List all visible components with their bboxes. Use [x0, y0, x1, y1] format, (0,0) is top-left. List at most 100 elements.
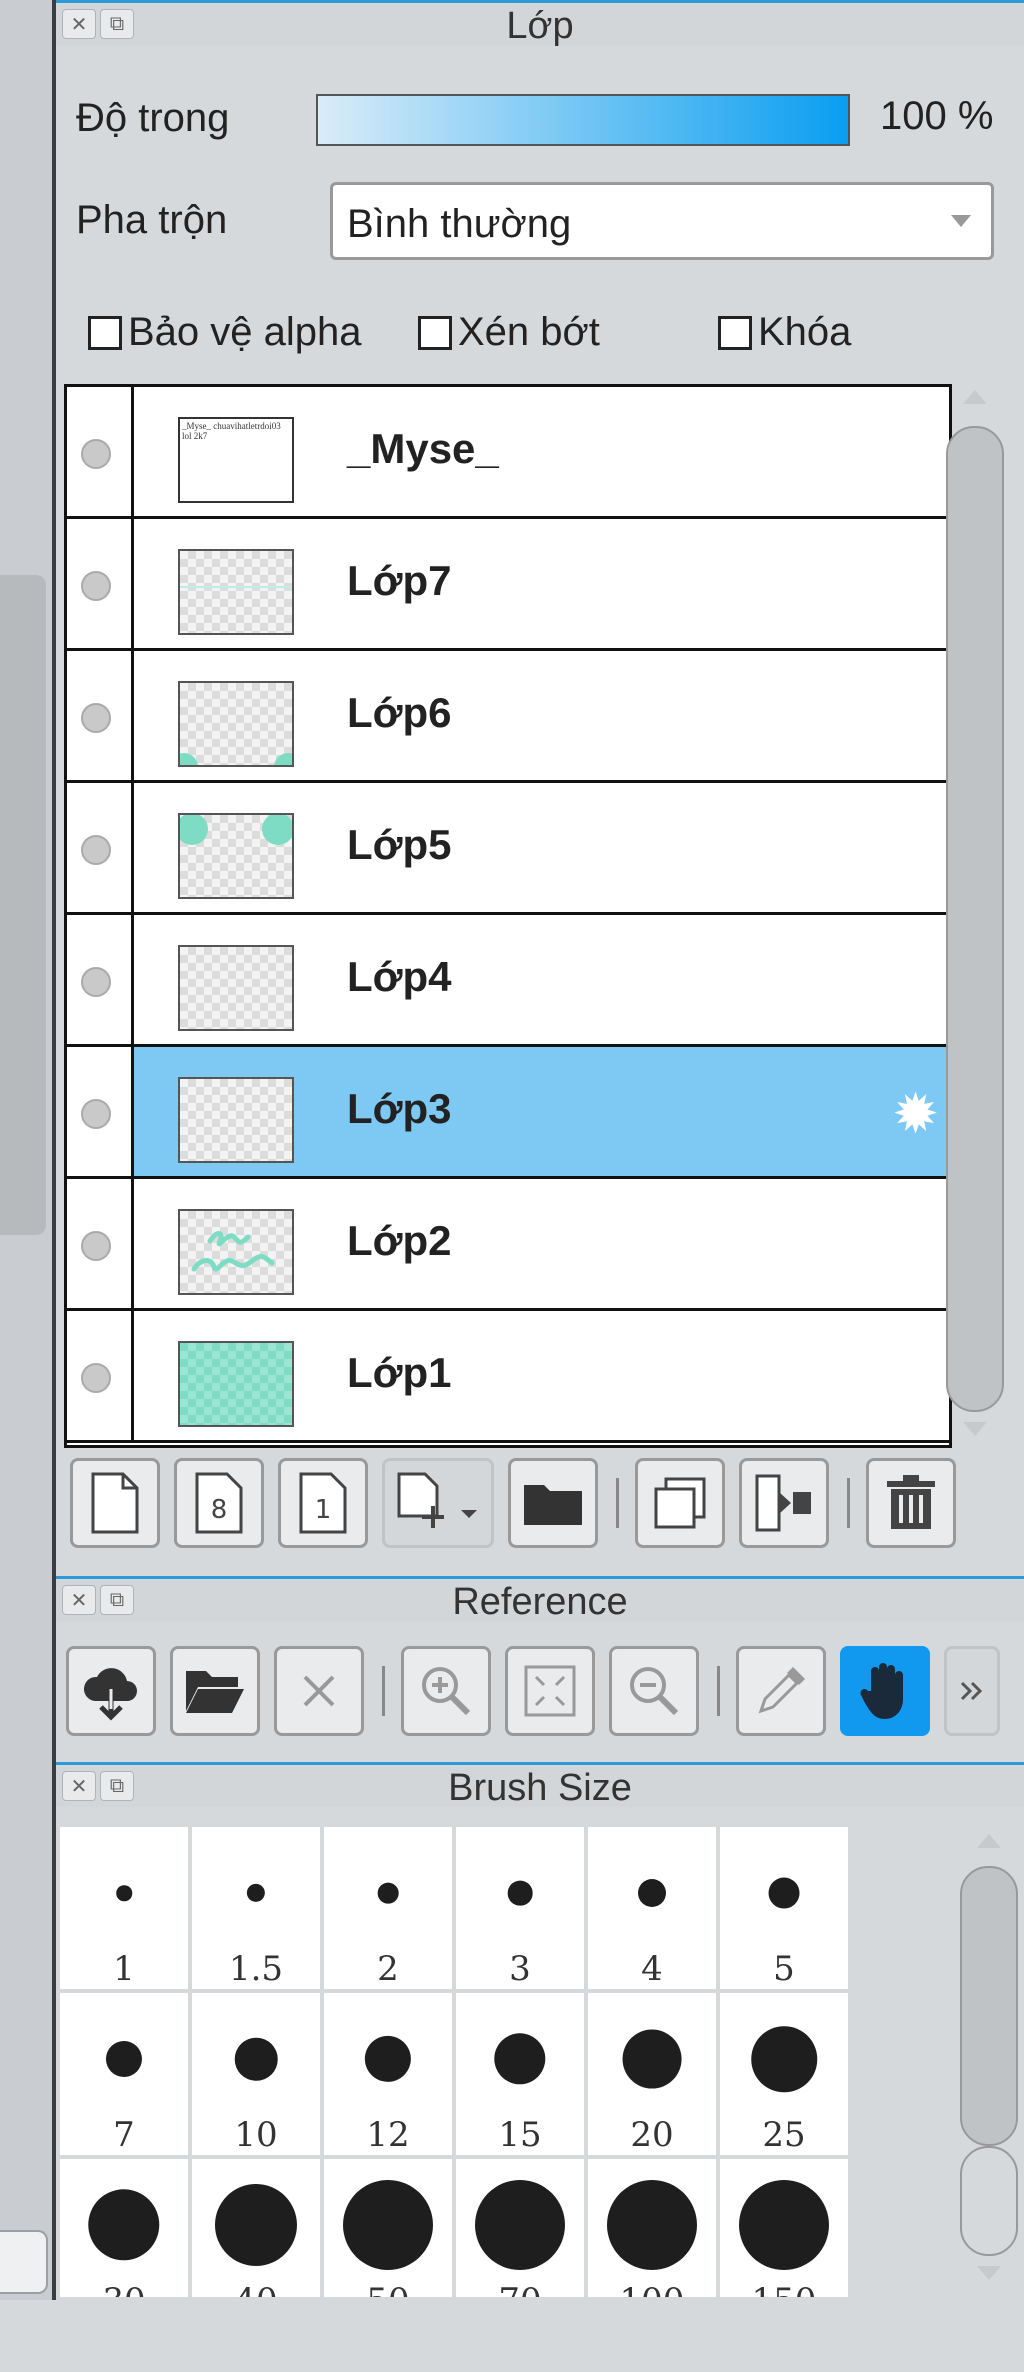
- duplicate-layer-button[interactable]: [635, 1458, 725, 1548]
- visibility-toggle-icon[interactable]: [81, 703, 111, 733]
- brush-size-option[interactable]: 40: [192, 2159, 320, 2297]
- svg-text:1: 1: [315, 1495, 332, 1525]
- checkbox-box[interactable]: [418, 315, 452, 350]
- download-icon: [83, 1668, 137, 1721]
- layer-name: Lớp2: [347, 1217, 452, 1264]
- visibility-column[interactable]: [67, 387, 134, 516]
- layer-row[interactable]: Lớp6: [67, 651, 949, 783]
- visibility-column[interactable]: [67, 915, 134, 1044]
- left-scrollbar-thumb[interactable]: [0, 575, 46, 1235]
- fit-button[interactable]: [505, 1646, 595, 1736]
- gear-icon[interactable]: ✹: [892, 1081, 939, 1147]
- checkbox-box[interactable]: [88, 315, 122, 350]
- visibility-toggle-icon[interactable]: [81, 1231, 111, 1261]
- visibility-column[interactable]: [67, 1047, 134, 1176]
- import-button[interactable]: [66, 1646, 156, 1736]
- opacity-slider[interactable]: [316, 94, 850, 146]
- new-8bit-layer-icon: 8: [195, 1472, 243, 1534]
- blend-mode-select[interactable]: Bình thường: [330, 182, 994, 260]
- brush-size-option[interactable]: 70: [456, 2159, 584, 2297]
- scrollbar-thumb[interactable]: [946, 426, 1004, 1412]
- checkbox-label: Khóa: [758, 310, 852, 354]
- brush-size-option[interactable]: 50: [324, 2159, 452, 2297]
- new-1bit-layer-button[interactable]: 1: [278, 1458, 368, 1548]
- visibility-column[interactable]: [67, 1179, 134, 1308]
- brush-preview-dot: [234, 2037, 278, 2081]
- layer-row[interactable]: _Myse_ chuavihatletrdoi03 lol 2k7 _Myse_: [67, 387, 949, 519]
- new-8bit-layer-button[interactable]: 8: [174, 1458, 264, 1548]
- brush-size-option[interactable]: 1: [60, 1827, 188, 1989]
- layer-name: Lớp4: [347, 953, 452, 1000]
- brush-size-option[interactable]: 10: [192, 1993, 320, 2155]
- brush-size-label: 40: [192, 2281, 320, 2297]
- zoom-in-button[interactable]: [401, 1646, 491, 1736]
- brush-size-option[interactable]: 3: [456, 1827, 584, 1989]
- brush-size-option[interactable]: 7: [60, 1993, 188, 2155]
- open-file-button[interactable]: [170, 1646, 260, 1736]
- brush-size-option[interactable]: 4: [588, 1827, 716, 1989]
- bottom-bar: [0, 2300, 1024, 2372]
- layer-list-scrollbar[interactable]: [946, 384, 1004, 1448]
- visibility-toggle-icon[interactable]: [81, 1363, 111, 1393]
- reference-toolbar: [66, 1646, 1014, 1736]
- layer-name: Lớp5: [347, 821, 452, 868]
- add-layer-menu-button[interactable]: [382, 1458, 494, 1548]
- scroll-down-icon[interactable]: [963, 1422, 987, 1436]
- brush-size-option[interactable]: 20: [588, 1993, 716, 2155]
- layer-row[interactable]: Lớp7: [67, 519, 949, 651]
- brush-size-option[interactable]: 1.5: [192, 1827, 320, 1989]
- visibility-column[interactable]: [67, 519, 134, 648]
- more-icon: [960, 1681, 983, 1701]
- brush-size-label: 20: [630, 2115, 674, 2155]
- duplicate-layer-icon: [654, 1477, 706, 1529]
- layer-row[interactable]: Lớp2: [67, 1179, 949, 1311]
- scrollbar-thumb[interactable]: [960, 1866, 1018, 2146]
- brush-size-option[interactable]: 150: [720, 2159, 848, 2297]
- merge-down-button[interactable]: [739, 1458, 829, 1548]
- brush-size-option[interactable]: 5: [720, 1827, 848, 1989]
- visibility-toggle-icon[interactable]: [81, 571, 111, 601]
- new-layer-button[interactable]: [70, 1458, 160, 1548]
- layer-row[interactable]: Lớp1: [67, 1311, 949, 1443]
- scroll-up-icon[interactable]: [963, 390, 987, 404]
- brush-size-option[interactable]: 15: [456, 1993, 584, 2155]
- visibility-column[interactable]: [67, 1311, 134, 1440]
- lock-checkbox[interactable]: Khóa: [718, 310, 851, 355]
- zoom-out-icon: [630, 1667, 679, 1716]
- alpha-protect-checkbox[interactable]: Bảo vệ alpha: [88, 310, 362, 355]
- brush-scrollbar[interactable]: [960, 1830, 1018, 2286]
- zoom-in-icon: [422, 1667, 471, 1716]
- opacity-value: 100 %: [880, 94, 994, 138]
- visibility-toggle-icon[interactable]: [81, 835, 111, 865]
- brush-size-option[interactable]: 25: [720, 1993, 848, 2155]
- visibility-column[interactable]: [67, 783, 134, 912]
- delete-layer-button[interactable]: [866, 1458, 956, 1548]
- more-button[interactable]: [944, 1646, 1000, 1736]
- brush-size-option[interactable]: 100: [588, 2159, 716, 2297]
- layer-row[interactable]: Lớp4: [67, 915, 949, 1047]
- hand-tool-button[interactable]: [840, 1646, 930, 1736]
- visibility-toggle-icon[interactable]: [81, 967, 111, 997]
- brush-size-option[interactable]: 30: [60, 2159, 188, 2297]
- close-icon: [303, 1675, 335, 1707]
- zoom-out-button[interactable]: [609, 1646, 699, 1736]
- brush-size-panel: ✕ ⧉ Brush Size 1 1.5 2 3 4 5 7 10 12 15 20 25 304050…: [56, 1762, 1024, 2302]
- scroll-down-icon[interactable]: [977, 2266, 1001, 2280]
- layer-row[interactable]: Lớp5: [67, 783, 949, 915]
- scrollbar-track[interactable]: [960, 2146, 1018, 2256]
- scroll-up-icon[interactable]: [977, 1834, 1001, 1848]
- checkbox-label: Xén bớt: [458, 310, 600, 354]
- eyedropper-button[interactable]: [736, 1646, 826, 1736]
- visibility-column[interactable]: [67, 651, 134, 780]
- close-reference-button[interactable]: [274, 1646, 364, 1736]
- new-folder-button[interactable]: [508, 1458, 598, 1548]
- visibility-toggle-icon[interactable]: [81, 439, 111, 469]
- visibility-toggle-icon[interactable]: [81, 1099, 111, 1129]
- layer-row[interactable]: Lớp3 ✹: [67, 1047, 949, 1179]
- clipping-checkbox[interactable]: Xén bớt: [418, 310, 600, 355]
- checkbox-box[interactable]: [718, 315, 752, 350]
- layer-panel: ✕ ⧉ Lớp Độ trong 100 % Pha trộn Bình thư…: [56, 0, 1024, 1570]
- svg-text:8: 8: [211, 1495, 228, 1525]
- brush-size-option[interactable]: 2: [324, 1827, 452, 1989]
- brush-size-option[interactable]: 12: [324, 1993, 452, 2155]
